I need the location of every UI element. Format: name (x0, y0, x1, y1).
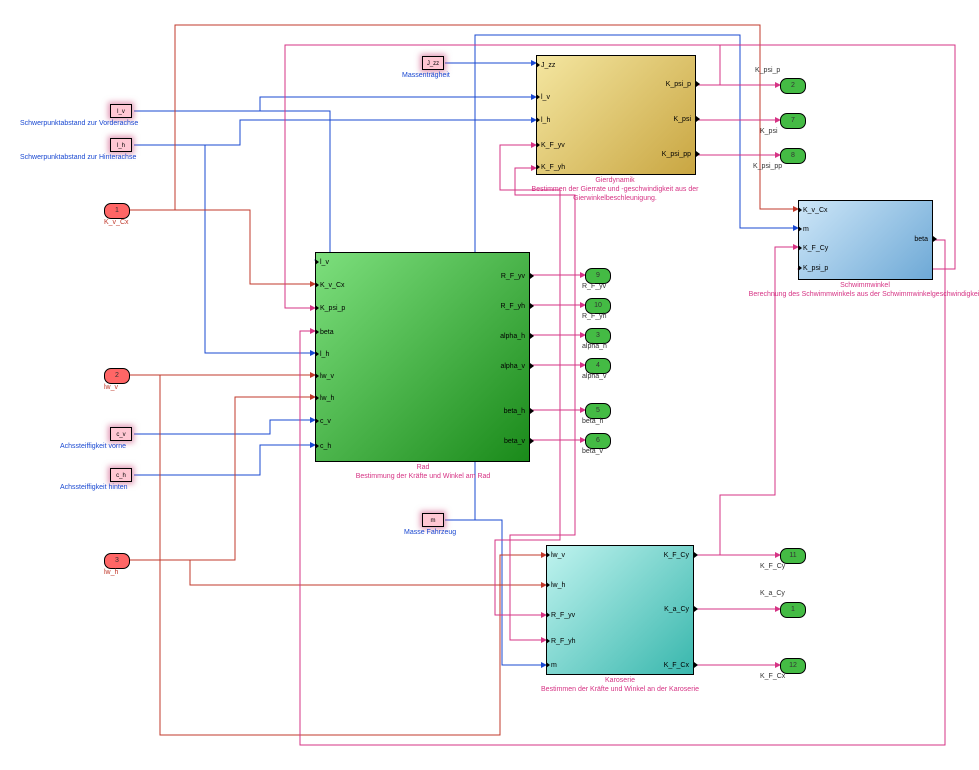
rad-out-rfyv: R_F_yv (501, 273, 525, 280)
schwimm-out-beta: beta (914, 236, 928, 243)
rad-in-cv: c_v (320, 418, 331, 425)
const-m[interactable]: m (422, 513, 444, 527)
rad-in-lwh: lw_h (320, 395, 334, 402)
inport-2[interactable]: 2 (104, 368, 130, 384)
outport-4[interactable]: 4 (585, 358, 611, 374)
outport-10[interactable]: 10 (585, 298, 611, 314)
outport-9-label: R_F_yv (582, 283, 606, 290)
rad-in-lwv: lw_v (320, 373, 334, 380)
gier-in-lh: l_h (541, 117, 550, 124)
const-l-v-caption: Schwerpunktabstand zur Vorderachse (20, 120, 138, 127)
block-karoserie[interactable]: lw_v lw_h R_F_yv R_F_yh m K_F_Cy K_a_Cy … (546, 545, 694, 675)
outport-2[interactable]: 2 (780, 78, 806, 94)
outport-3-label: alpha_h (582, 343, 607, 350)
rad-out-alphav: alpha_v (500, 363, 525, 370)
karo-title: Karoserie (605, 677, 635, 684)
outport-7[interactable]: 7 (780, 113, 806, 129)
outport-3[interactable]: 3 (585, 328, 611, 344)
karo-out-kfcx: K_F_Cx (664, 662, 689, 669)
karo-in-rfyh: R_F_yh (551, 638, 576, 645)
inport-2-label: lw_v (104, 384, 118, 391)
block-gierdynamik-caption: Gierdynamik Bestimmen der Gierrate und -… (495, 177, 735, 203)
inport-1-label: K_v_Cx (104, 219, 129, 226)
inport-3-label: lw_h (104, 569, 118, 576)
rad-in-beta: beta (320, 329, 334, 336)
outport-12-label: K_F_Cx (760, 673, 785, 680)
gier-out-kpsipp: K_psi_pp (662, 151, 691, 158)
outport-8-label: K_psi_pp (753, 163, 782, 170)
outport-1[interactable]: 1 (780, 602, 806, 618)
outport-8[interactable]: 8 (780, 148, 806, 164)
schwimm-desc: Berechnung des Schwimmwinkels aus der Sc… (749, 291, 979, 298)
karo-in-rfyv: R_F_yv (551, 612, 575, 619)
const-j-zz[interactable]: J_zz (422, 56, 444, 70)
const-l-h-caption: Schwerpunktabstand zur Hinterachse (20, 154, 136, 161)
rad-in-kpsip: K_psi_p (320, 305, 345, 312)
schwimm-in-kfcy: K_F_Cy (803, 245, 828, 252)
outport-5-label: beta_h (582, 418, 603, 425)
simulink-canvas: l_v Schwerpunktabstand zur Vorderachse l… (0, 0, 979, 770)
outport-11[interactable]: 11 (780, 548, 806, 564)
gier-title: Gierdynamik (595, 177, 634, 184)
outport-6[interactable]: 6 (585, 433, 611, 449)
block-schwimmwinkel-caption: Schwimmwinkel Berechnung des Schwimmwink… (745, 282, 979, 300)
rad-out-rfyh: R_F_yh (500, 303, 525, 310)
gier-in-kfyh: K_F_yh (541, 164, 565, 171)
block-gierdynamik[interactable]: J_zz l_v l_h K_F_yv K_F_yh K_psi_p K_psi… (536, 55, 696, 175)
karo-out-kfcy: K_F_Cy (664, 552, 689, 559)
karo-out-kacy: K_a_Cy (664, 606, 689, 613)
const-l-h[interactable]: l_h (110, 138, 132, 152)
block-schwimmwinkel[interactable]: K_v_Cx m K_F_Cy K_psi_p beta (798, 200, 933, 280)
outport-4-label: alpha_v (582, 373, 607, 380)
outport-9[interactable]: 9 (585, 268, 611, 284)
block-rad-caption: Rad Bestimmung der Kräfte und Winkel am … (303, 464, 543, 482)
const-j-zz-caption: Massenträgheit (402, 72, 450, 79)
outport-6-label: beta_v (582, 448, 603, 455)
rad-desc: Bestimmung der Kräfte und Winkel am Rad (356, 473, 491, 480)
karo-in-m: m (551, 662, 557, 669)
const-m-caption: Masse Fahrzeug (404, 529, 456, 536)
gier-in-jzz: J_zz (541, 62, 555, 69)
schwimm-in-kvcx: K_v_Cx (803, 207, 828, 214)
outport-12[interactable]: 12 (780, 658, 806, 674)
const-c-h[interactable]: c_h (110, 468, 132, 482)
inport-1[interactable]: 1 (104, 203, 130, 219)
schwimm-in-m: m (803, 226, 809, 233)
gier-in-lv: l_v (541, 94, 550, 101)
gier-in-kfyv: K_F_yv (541, 142, 565, 149)
outport-10-label: R_F_yh (582, 313, 607, 320)
inport-3[interactable]: 3 (104, 553, 130, 569)
block-karoserie-caption: Karoserie Bestimmen der Kräfte und Winke… (500, 677, 740, 695)
karo-in-lwv: lw_v (551, 552, 565, 559)
block-rad[interactable]: l_v K_v_Cx K_psi_p beta l_h lw_v lw_h c_… (315, 252, 530, 462)
rad-in-lv: l_v (320, 259, 329, 266)
outport-2-label: K_psi_p (755, 67, 780, 74)
gier-out-kpsip: K_psi_p (666, 81, 691, 88)
gier-out-kpsi: K_psi (673, 116, 691, 123)
outport-7-label: K_psi (760, 128, 778, 135)
gier-desc: Bestimmen der Gierrate und -geschwindigk… (532, 186, 699, 202)
const-c-v-caption: Achssteiffigkeit vorne (60, 443, 126, 450)
outport-1-label: K_a_Cy (760, 590, 785, 597)
const-l-v[interactable]: l_v (110, 104, 132, 118)
rad-out-betah: beta_h (504, 408, 525, 415)
rad-in-ch: c_h (320, 443, 331, 450)
karo-desc: Bestimmen der Kräfte und Winkel an der K… (541, 686, 699, 693)
outport-11-label: K_F_Cy (760, 563, 785, 570)
rad-out-betav: beta_v (504, 438, 525, 445)
const-c-h-caption: Achssteiffigkeit hinten (60, 484, 128, 491)
rad-in-lh: l_h (320, 351, 329, 358)
schwimm-in-kpsip: K_psi_p (803, 265, 828, 272)
rad-title: Rad (417, 464, 430, 471)
outport-5[interactable]: 5 (585, 403, 611, 419)
karo-in-lwh: lw_h (551, 582, 565, 589)
rad-out-alphah: alpha_h (500, 333, 525, 340)
const-c-v[interactable]: c_v (110, 427, 132, 441)
schwimm-title: Schwimmwinkel (840, 282, 890, 289)
rad-in-kvcx: K_v_Cx (320, 282, 345, 289)
